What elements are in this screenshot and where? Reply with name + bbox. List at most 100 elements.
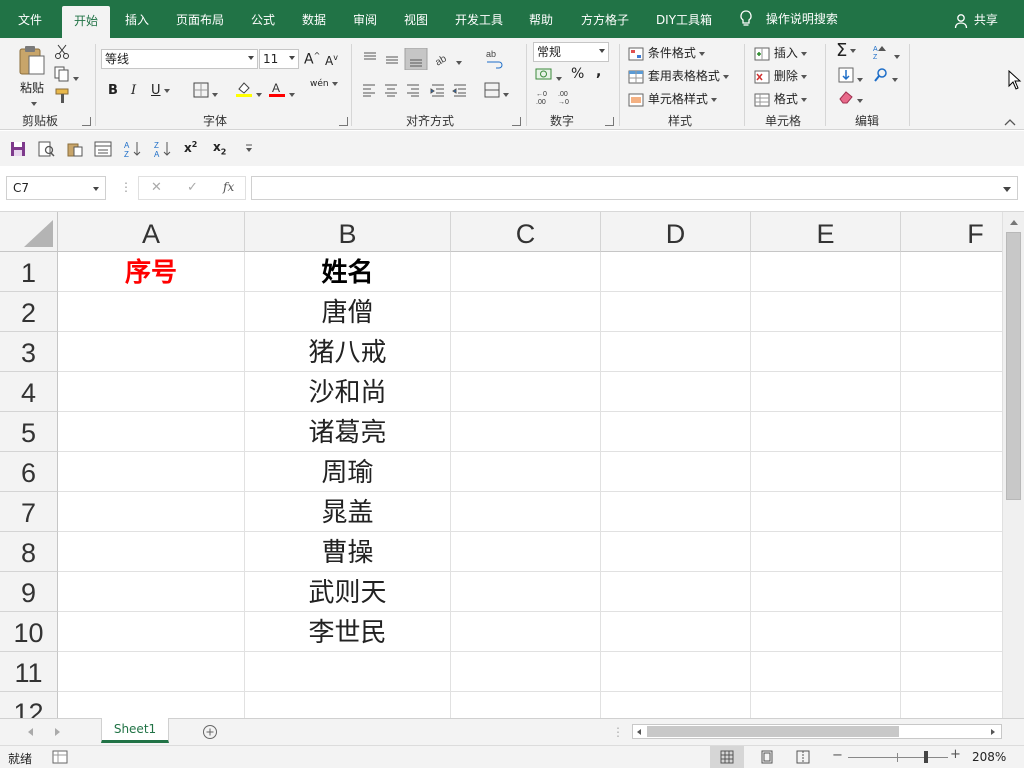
column-header-a[interactable]: A	[58, 212, 245, 252]
superscript-icon[interactable]: x2	[184, 140, 197, 155]
tab-review[interactable]: 审阅	[344, 0, 386, 38]
accounting-format-button[interactable]	[535, 66, 562, 85]
sheet-tab-sheet1[interactable]: Sheet1	[101, 718, 169, 743]
subscript-icon[interactable]: x2	[213, 140, 226, 156]
cell-b6[interactable]: 周瑜	[245, 452, 450, 492]
tab-page-layout[interactable]: 页面布局	[168, 0, 232, 38]
share-button[interactable]: 共享	[954, 11, 998, 29]
column-header-c[interactable]: C	[451, 212, 601, 252]
conditional-formatting-button[interactable]: 条件格式	[628, 44, 705, 61]
tab-file[interactable]: 文件	[8, 0, 52, 38]
merge-center-button[interactable]	[484, 82, 509, 101]
page-layout-view-icon[interactable]	[760, 750, 774, 764]
row-header-1[interactable]: 1	[0, 252, 58, 292]
name-box[interactable]: C7	[6, 176, 106, 200]
row-header-7[interactable]: 7	[0, 492, 58, 532]
italic-icon[interactable]: I	[131, 83, 136, 98]
zoom-level[interactable]: 208%	[972, 750, 1006, 764]
expand-formula-icon[interactable]	[1003, 187, 1011, 192]
clipboard-launcher-icon[interactable]	[82, 117, 91, 126]
insert-cells-button[interactable]: 插入	[754, 44, 807, 61]
row-header-5[interactable]: 5	[0, 412, 58, 452]
sort-filter-button[interactable]: AZ	[873, 44, 900, 63]
borders-button[interactable]	[193, 82, 218, 101]
customize-toolbar-icon[interactable]	[244, 143, 254, 153]
font-launcher-icon[interactable]	[339, 117, 348, 126]
format-as-table-button[interactable]: 套用表格格式	[628, 67, 729, 84]
row-header-2[interactable]: 2	[0, 292, 58, 332]
cell-b10[interactable]: 李世民	[245, 612, 450, 652]
number-launcher-icon[interactable]	[605, 117, 614, 126]
font-size-box[interactable]: 11	[259, 49, 299, 69]
paste-values-icon[interactable]	[66, 141, 84, 157]
cancel-icon[interactable]: ✕	[151, 180, 162, 195]
zoom-slider-thumb[interactable]	[924, 751, 928, 763]
format-painter-icon[interactable]	[54, 88, 72, 104]
save-icon[interactable]	[10, 141, 26, 157]
column-header-e[interactable]: E	[751, 212, 901, 252]
cell-b4[interactable]: 沙和尚	[245, 372, 450, 412]
tab-split-grip[interactable]: ⋮	[612, 725, 624, 739]
tab-data[interactable]: 数据	[293, 0, 335, 38]
tab-diy-toolbox[interactable]: DIY工具箱	[648, 0, 720, 38]
autosum-button[interactable]: Σ	[836, 40, 857, 61]
column-header-b[interactable]: B	[245, 212, 451, 252]
fill-button[interactable]	[838, 67, 863, 86]
decrease-decimal-icon[interactable]: .00→0	[557, 88, 577, 106]
cell-b8[interactable]: 曹操	[245, 532, 450, 572]
tab-developer[interactable]: 开发工具	[446, 0, 512, 38]
row-header-12[interactable]: 12	[0, 692, 58, 718]
column-header-f[interactable]: F	[901, 212, 1002, 252]
tab-insert[interactable]: 插入	[116, 0, 158, 38]
vertical-scroll-thumb[interactable]	[1006, 232, 1021, 500]
horizontal-scrollbar[interactable]	[632, 724, 1002, 739]
fill-color-button[interactable]	[235, 80, 262, 101]
increase-font-icon[interactable]: A^	[304, 51, 320, 68]
scroll-up-icon[interactable]	[1009, 218, 1019, 226]
percent-button[interactable]: %	[571, 66, 584, 82]
row-header-10[interactable]: 10	[0, 612, 58, 652]
tab-view[interactable]: 视图	[395, 0, 437, 38]
row-header-9[interactable]: 9	[0, 572, 58, 612]
vertical-scrollbar[interactable]	[1002, 212, 1024, 718]
number-format-box[interactable]: 常规	[533, 42, 609, 62]
underline-icon[interactable]: U	[151, 83, 170, 98]
phonetic-button[interactable]: wén	[310, 80, 338, 89]
cell-b3[interactable]: 猪八戒	[245, 332, 450, 372]
comma-button[interactable]: ,	[596, 64, 601, 80]
tab-fangfang[interactable]: 方方格子	[572, 0, 638, 38]
font-color-button[interactable]: A	[268, 80, 295, 101]
page-break-view-icon[interactable]	[796, 750, 810, 764]
collapse-ribbon-icon[interactable]	[1004, 118, 1016, 126]
increase-decimal-icon[interactable]: ←0.00	[535, 88, 555, 106]
scroll-right-icon[interactable]	[989, 728, 997, 736]
form-icon[interactable]	[94, 141, 112, 157]
paste-button[interactable]: 粘贴	[14, 44, 50, 110]
tab-formulas[interactable]: 公式	[242, 0, 284, 38]
format-cells-button[interactable]: 格式	[754, 90, 807, 107]
alignment-launcher-icon[interactable]	[512, 117, 521, 126]
sort-descending-icon[interactable]: ZA	[154, 140, 172, 158]
scroll-sheets-left-icon[interactable]	[26, 727, 34, 737]
row-header-4[interactable]: 4	[0, 372, 58, 412]
row-header-6[interactable]: 6	[0, 452, 58, 492]
row-header-11[interactable]: 11	[0, 652, 58, 692]
cell-styles-button[interactable]: 单元格样式	[628, 90, 717, 107]
scroll-sheets-right-icon[interactable]	[54, 727, 62, 737]
scroll-left-icon[interactable]	[635, 728, 643, 736]
wrap-text-icon[interactable]: ab	[484, 48, 504, 70]
print-preview-icon[interactable]	[38, 141, 56, 157]
insert-function-icon[interactable]: fx	[223, 180, 234, 194]
tab-home[interactable]: 开始	[62, 6, 110, 38]
delete-cells-button[interactable]: 删除	[754, 67, 807, 84]
orientation-button[interactable]: ab	[433, 50, 462, 69]
column-header-d[interactable]: D	[601, 212, 751, 252]
normal-view-button[interactable]	[710, 746, 744, 768]
vertical-align-icons[interactable]	[360, 48, 430, 70]
formula-input[interactable]	[251, 176, 1018, 200]
zoom-in-button[interactable]: +	[950, 747, 961, 762]
cell-b9[interactable]: 武则天	[245, 572, 450, 612]
select-all-button[interactable]	[0, 212, 58, 252]
row-header-8[interactable]: 8	[0, 532, 58, 572]
row-header-3[interactable]: 3	[0, 332, 58, 372]
